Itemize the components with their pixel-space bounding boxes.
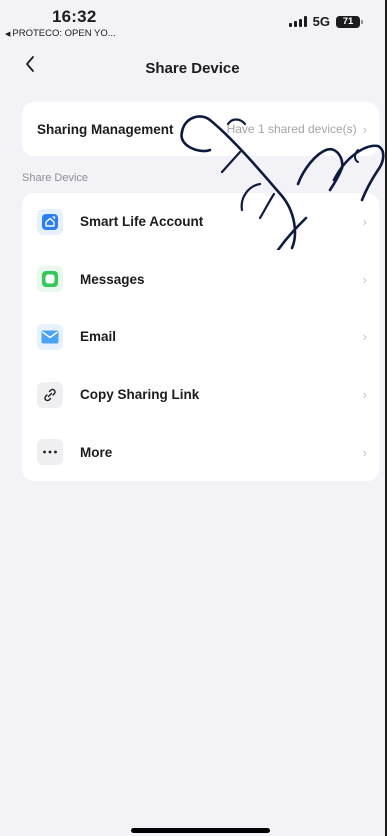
email-icon [37, 323, 63, 350]
chevron-right-icon: › [362, 387, 367, 403]
chevron-right-icon: › [362, 121, 367, 137]
share-options-list: Smart Life Account › Messages › Email › … [22, 193, 379, 481]
chevron-right-icon: › [362, 444, 367, 460]
status-indicators: 5G 71 [288, 14, 363, 29]
share-option-email[interactable]: Email › [22, 308, 379, 366]
share-option-copy-link[interactable]: Copy Sharing Link › [22, 366, 379, 424]
smart-life-icon [37, 208, 63, 235]
chevron-right-icon: › [362, 214, 367, 230]
battery-icon: 71 [336, 15, 363, 28]
share-option-messages[interactable]: Messages › [22, 251, 379, 309]
share-option-smart-life[interactable]: Smart Life Account › [22, 193, 379, 251]
more-icon [37, 439, 63, 466]
page-title: Share Device [145, 60, 240, 77]
shared-devices-count: Have 1 shared device(s) [226, 122, 357, 136]
cellular-signal-icon [288, 16, 307, 27]
sharing-management-row[interactable]: Sharing Management Have 1 shared device(… [22, 102, 379, 156]
share-option-label: Smart Life Account [80, 214, 204, 230]
link-icon [37, 381, 63, 408]
share-option-label: Email [80, 329, 117, 345]
back-to-app-link[interactable]: ◀ PROTECO: OPEN YO... [5, 28, 116, 39]
share-option-label: Copy Sharing Link [80, 387, 200, 403]
messages-icon [37, 266, 63, 293]
section-label: Share Device [22, 172, 89, 184]
navigation-bar: Share Device [0, 52, 385, 86]
status-bar: 16:32 ◀ PROTECO: OPEN YO... 5G 71 [0, 0, 385, 46]
share-option-more[interactable]: More › [22, 423, 379, 481]
battery-level: 71 [336, 15, 360, 28]
share-option-label: Messages [80, 271, 145, 287]
status-time: 16:32 [52, 7, 97, 26]
home-indicator[interactable] [131, 828, 270, 833]
sharing-management-label: Sharing Management [37, 121, 174, 137]
chevron-right-icon: › [362, 271, 367, 287]
back-triangle-icon: ◀ [5, 30, 11, 38]
share-option-label: More [80, 444, 113, 460]
chevron-right-icon: › [362, 329, 367, 345]
back-to-app-label: PROTECO: OPEN YO... [12, 28, 116, 39]
network-type: 5G [312, 14, 330, 29]
